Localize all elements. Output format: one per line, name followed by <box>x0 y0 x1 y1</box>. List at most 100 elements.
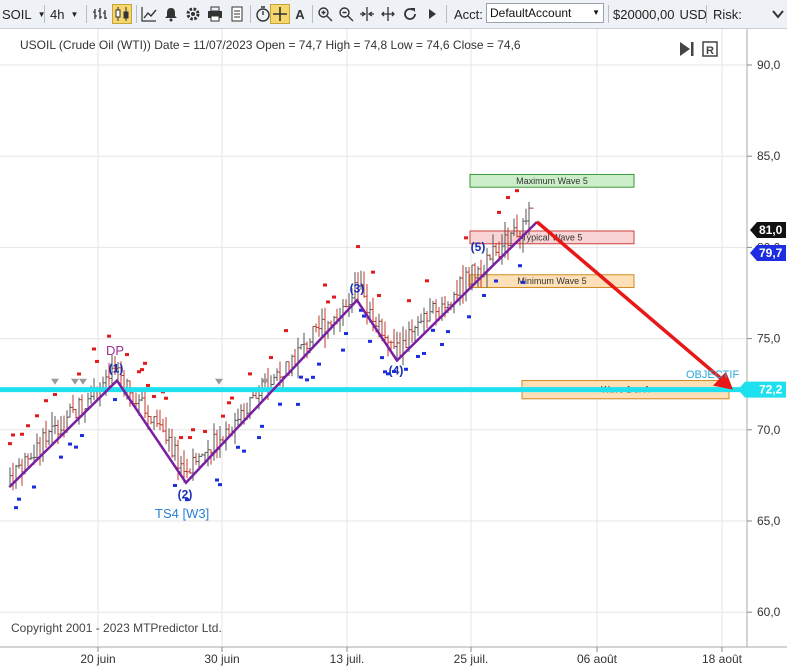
stop-dot-blue <box>380 356 384 360</box>
stop-dot-blue <box>215 478 219 482</box>
timeframe-selector[interactable]: 4h ▼ <box>50 0 78 28</box>
stop-dot-blue <box>344 332 348 336</box>
stop-dot-blue <box>59 455 63 459</box>
y-tick-label: 70,0 <box>757 423 781 437</box>
stop-dot-red <box>191 428 195 432</box>
stop-dot-blue <box>446 330 450 334</box>
printer-icon[interactable] <box>205 4 225 24</box>
candlestick-icon[interactable] <box>112 4 132 24</box>
stop-dot-blue <box>17 497 21 501</box>
play-controls[interactable]: R <box>680 41 718 57</box>
symbol-selector[interactable]: SOIL ▼ <box>2 0 46 28</box>
stop-dot-red <box>377 294 381 298</box>
stop-dot-blue <box>74 445 78 449</box>
price-bars <box>8 201 534 491</box>
y-tick-label: 65,0 <box>757 514 781 528</box>
balance-value: $20000,00 <box>613 6 675 22</box>
toolbar-separator <box>312 5 313 23</box>
chevron-down-icon[interactable] <box>768 4 787 24</box>
stop-dot-blue <box>242 449 246 453</box>
stop-dot-blue <box>80 434 84 438</box>
stop-dot-red <box>506 196 510 200</box>
wave5-zones: Maximum Wave 5Typical Wave 5Minimum Wave… <box>469 173 730 400</box>
elliott-wave-path <box>9 220 538 488</box>
wave-label-w1: (1) <box>109 362 124 376</box>
account-select[interactable]: DefaultAccount ▼ <box>486 3 604 23</box>
zoom-out-icon[interactable] <box>336 4 356 24</box>
y-tick-label: 90,0 <box>757 58 781 72</box>
stop-dot-red <box>332 295 336 299</box>
refresh-icon[interactable] <box>400 4 420 24</box>
compress-horizontal-icon[interactable] <box>357 4 377 24</box>
stop-dot-red <box>20 432 24 436</box>
price-chart[interactable]: 90,085,080,075,070,065,060,0 20 juin30 j… <box>0 29 787 669</box>
y-tick-label: 85,0 <box>757 149 781 163</box>
zoom-in-icon[interactable] <box>315 4 335 24</box>
min-wave5-zone-label: Minimum Wave 5 <box>517 276 586 286</box>
ts4-label: TS4 [W3] <box>155 506 209 521</box>
stop-dot-red <box>356 245 360 249</box>
stop-dot-red <box>515 189 519 193</box>
stop-dot-blue <box>482 293 486 297</box>
stop-dot-blue <box>173 483 177 487</box>
stop-dot-red <box>203 429 207 433</box>
stop-dot-blue <box>257 436 261 440</box>
wave-lines <box>9 220 538 488</box>
stop-dot-red <box>143 361 147 365</box>
x-tick-label: 06 août <box>577 652 618 666</box>
stop-dot-blue <box>422 351 426 355</box>
stop-dot-blue <box>296 402 300 406</box>
stop-dot-red <box>230 396 234 400</box>
bell-icon[interactable] <box>161 4 181 24</box>
x-tick-label: 13 juil. <box>330 652 365 666</box>
stop-dot-red <box>179 436 183 440</box>
bar-chart-icon[interactable] <box>90 4 110 24</box>
stop-dot-blue <box>404 367 408 371</box>
replay-badge-label: R <box>706 45 714 57</box>
stop-dot-red <box>164 396 168 400</box>
balance-currency: USD <box>679 6 707 22</box>
stop-dot-blue <box>440 342 444 346</box>
stop-dot-red <box>464 236 468 240</box>
document-icon[interactable] <box>227 4 247 24</box>
stop-dot-blue <box>311 375 315 379</box>
stop-dot-red <box>95 359 99 363</box>
stop-dot-blue <box>68 442 72 446</box>
pause-bar <box>691 42 694 56</box>
play-icon[interactable] <box>422 4 442 24</box>
stop-dot-red <box>107 334 111 338</box>
stop-dot-red <box>152 394 156 398</box>
stop-dot-red <box>221 414 225 418</box>
stop-dot-blue <box>218 483 222 487</box>
account-value: DefaultAccount <box>490 6 572 20</box>
toolbar-separator <box>44 5 45 23</box>
toolbar-separator <box>86 5 87 23</box>
gear-icon[interactable] <box>183 4 203 24</box>
crosshair-icon[interactable] <box>270 4 290 24</box>
toolbar-separator <box>250 5 251 23</box>
time-axis: 20 juin 30 juin 13 juil. 25 juil. 06 août 18 … <box>80 647 743 666</box>
text-tool-icon[interactable]: A <box>290 4 310 24</box>
stop-dot-blue <box>305 378 309 382</box>
stop-dot-blue <box>14 506 18 510</box>
toolbar-separator <box>136 5 137 23</box>
line-chart-icon[interactable] <box>139 4 159 24</box>
stop-dot-blue <box>317 362 321 366</box>
chart-grid <box>0 29 747 647</box>
price-axis-area <box>747 29 787 669</box>
stop-dot-red <box>407 299 411 303</box>
stop-dot-red <box>371 270 375 274</box>
stop-dot-red <box>125 353 129 357</box>
dp-label: DP <box>106 343 124 358</box>
last-price-tag-label: 81,0 <box>759 223 783 237</box>
stop-dot-red <box>227 401 231 405</box>
objective-price-tag-label: 72,2 <box>759 383 783 397</box>
chart-info: USOIL (Crude Oil (WTI)) Date = 11/07/202… <box>20 38 521 52</box>
stop-dot-blue <box>467 315 471 319</box>
y-tick-label: 75,0 <box>757 332 781 346</box>
play-icon[interactable] <box>680 42 690 56</box>
stop-dot-blue <box>260 424 264 428</box>
wave-label-w4: (4) <box>389 363 404 377</box>
stop-dot-red <box>77 372 81 376</box>
expand-horizontal-icon[interactable] <box>378 4 398 24</box>
